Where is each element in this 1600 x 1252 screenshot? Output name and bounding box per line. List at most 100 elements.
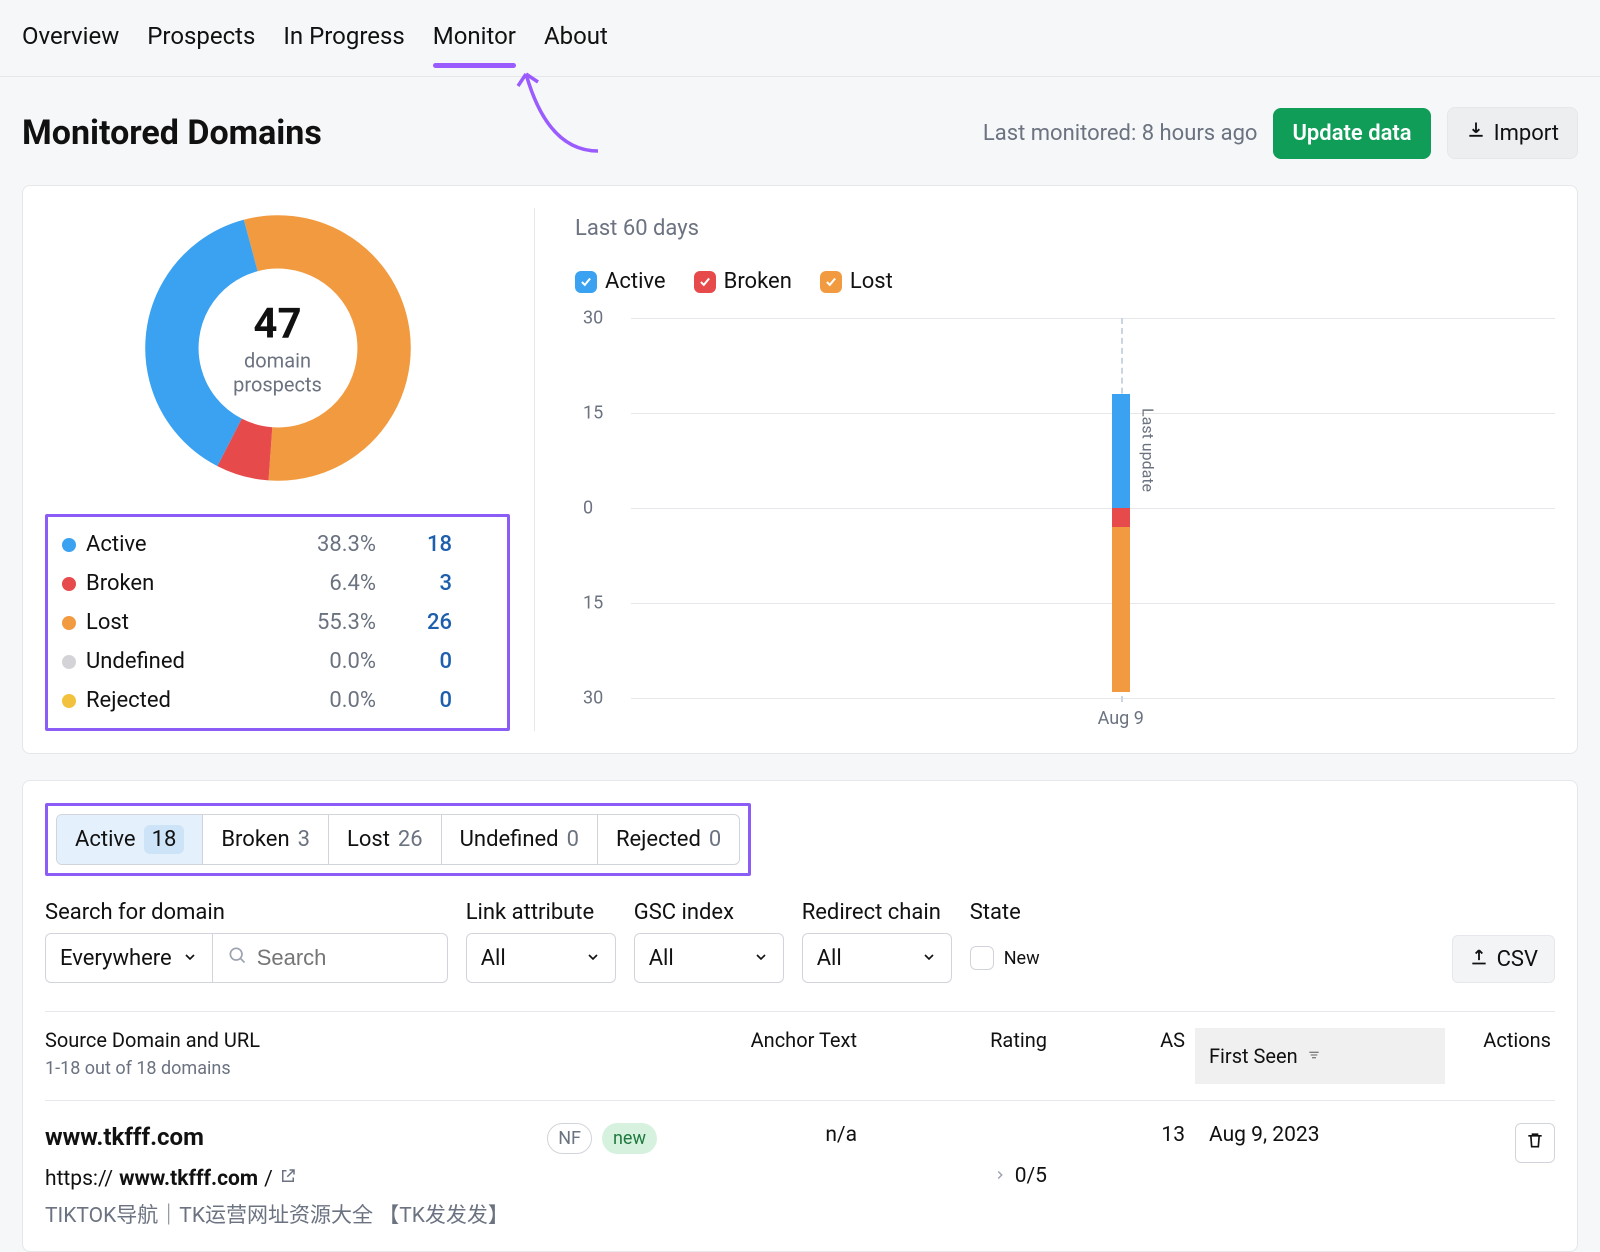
col-source[interactable]: Source Domain and URL [45, 1028, 685, 1052]
legend-label: Undefined [86, 649, 185, 674]
row-url-suffix: / [264, 1167, 273, 1191]
redirect-select[interactable]: All [802, 933, 952, 983]
col-as[interactable]: AS [1075, 1028, 1195, 1052]
last-update-label: Last update [1139, 408, 1158, 492]
tab-in-progress[interactable]: In Progress [283, 22, 404, 64]
chevron-down-icon [921, 946, 937, 971]
series-toggle-lost[interactable]: Lost [820, 269, 893, 294]
tab-monitor[interactable]: Monitor [433, 22, 516, 64]
update-data-button[interactable]: Update data [1273, 108, 1430, 159]
status-tab-rejected[interactable]: Rejected 0 [598, 815, 739, 864]
row-url[interactable]: https://www.tkfff.com/ [45, 1167, 685, 1191]
row-rating: 0/5 [1015, 1164, 1047, 1188]
legend-label: Lost [86, 610, 129, 635]
status-tabs: Active 18 Broken 3 Lost 26 Undefined 0 R… [56, 814, 740, 865]
dot-icon [62, 616, 76, 630]
status-tab-undefined[interactable]: Undefined 0 [442, 815, 598, 864]
status-tab-label: Lost [347, 827, 390, 852]
donut-chart: 47 domain prospects [138, 208, 418, 488]
legend-val: 3 [392, 571, 452, 596]
checkbox-icon [575, 271, 597, 293]
legend-row-undefined[interactable]: Undefined 0.0% 0 [62, 642, 493, 681]
x-tick: Aug 9 [1098, 708, 1144, 729]
link-attr-select[interactable]: All [466, 933, 616, 983]
y-tick: 30 [583, 308, 603, 329]
legend-row-active[interactable]: Active 38.3% 18 [62, 525, 493, 564]
col-first-seen[interactable]: First Seen [1195, 1028, 1445, 1084]
status-tab-count: 26 [398, 827, 423, 852]
col-first-seen-label: First Seen [1209, 1044, 1298, 1068]
legend-pct: 38.3% [272, 532, 392, 557]
link-attr-value: All [481, 946, 506, 971]
delete-button[interactable] [1515, 1123, 1555, 1163]
series-label: Lost [850, 269, 893, 294]
csv-label: CSV [1497, 947, 1538, 972]
legend-row-rejected[interactable]: Rejected 0.0% 0 [62, 681, 493, 720]
chevron-down-icon [585, 946, 601, 971]
tab-about[interactable]: About [544, 22, 608, 64]
search-scope-select[interactable]: Everywhere [45, 933, 212, 983]
col-anchor[interactable]: Anchor Text [685, 1028, 885, 1052]
badge-nofollow: NF [547, 1123, 592, 1154]
status-tab-active[interactable]: Active 18 [57, 815, 203, 864]
chevron-down-icon [753, 946, 769, 971]
status-tabs-highlight: Active 18 Broken 3 Lost 26 Undefined 0 R… [45, 803, 751, 876]
dot-icon [62, 577, 76, 591]
col-rating[interactable]: Rating [885, 1028, 1075, 1052]
redirect-value: All [817, 946, 842, 971]
dot-icon [62, 538, 76, 552]
series-label: Broken [724, 269, 792, 294]
series-label: Active [605, 269, 666, 294]
legend-pct: 0.0% [272, 688, 392, 713]
donut-count: 47 [233, 300, 322, 349]
series-toggle-active[interactable]: Active [575, 269, 666, 294]
dot-icon [62, 655, 76, 669]
gsc-label: GSC index [634, 900, 784, 925]
bar-lost [1112, 527, 1130, 692]
dashboard-panel: 47 domain prospects Active 38.3% 18 Brok… [22, 185, 1578, 754]
domains-table: Source Domain and URL 1-18 out of 18 dom… [45, 1011, 1555, 1229]
checkbox-icon [694, 271, 716, 293]
import-button[interactable]: Import [1447, 107, 1578, 159]
row-rating-cell[interactable]: 0/5 [885, 1123, 1075, 1229]
gsc-select[interactable]: All [634, 933, 784, 983]
donut-column: 47 domain prospects Active 38.3% 18 Brok… [45, 208, 535, 731]
legend-pct: 0.0% [272, 649, 392, 674]
table-row: www.tkfff.com https://www.tkfff.com/ TIK… [45, 1100, 1555, 1229]
row-anchor: n/a [685, 1123, 885, 1229]
sort-icon [1306, 1044, 1322, 1068]
status-tab-count: 0 [709, 827, 721, 852]
status-tab-count: 18 [144, 825, 185, 854]
col-actions: Actions [1445, 1028, 1555, 1052]
donut-sub2: prospects [233, 373, 322, 397]
filters-row: Search for domain Everywhere Link attrib… [45, 900, 1555, 983]
search-input[interactable] [257, 945, 433, 971]
tab-prospects[interactable]: Prospects [147, 22, 255, 64]
state-label: State [970, 900, 1040, 925]
export-csv-button[interactable]: CSV [1452, 935, 1555, 983]
y-tick: 30 [583, 688, 603, 709]
legend-val: 0 [392, 649, 452, 674]
search-icon [227, 945, 247, 971]
legend-val: 0 [392, 688, 452, 713]
legend-val: 26 [392, 610, 452, 635]
status-tab-label: Active [75, 827, 136, 852]
series-toggle-broken[interactable]: Broken [694, 269, 792, 294]
legend-row-lost[interactable]: Lost 55.3% 26 [62, 603, 493, 642]
upload-icon [1469, 946, 1489, 972]
state-new-checkbox[interactable] [970, 946, 994, 970]
trash-icon [1525, 1130, 1545, 1156]
gsc-value: All [649, 946, 674, 971]
last-monitored-text: Last monitored: 8 hours ago [983, 121, 1258, 146]
legend-label: Active [86, 532, 147, 557]
search-input-wrap[interactable] [212, 933, 448, 983]
external-link-icon [279, 1167, 297, 1191]
status-tab-lost[interactable]: Lost 26 [329, 815, 442, 864]
tab-overview[interactable]: Overview [22, 22, 119, 64]
bar-broken [1112, 508, 1130, 527]
legend-row-broken[interactable]: Broken 6.4% 3 [62, 564, 493, 603]
status-tab-broken[interactable]: Broken 3 [203, 815, 329, 864]
status-tab-label: Undefined [460, 827, 559, 852]
search-scope-value: Everywhere [60, 946, 172, 971]
row-page-title: TIKTOK导航｜TK运营网址资源大全 【TK发发发】 [45, 1199, 685, 1229]
